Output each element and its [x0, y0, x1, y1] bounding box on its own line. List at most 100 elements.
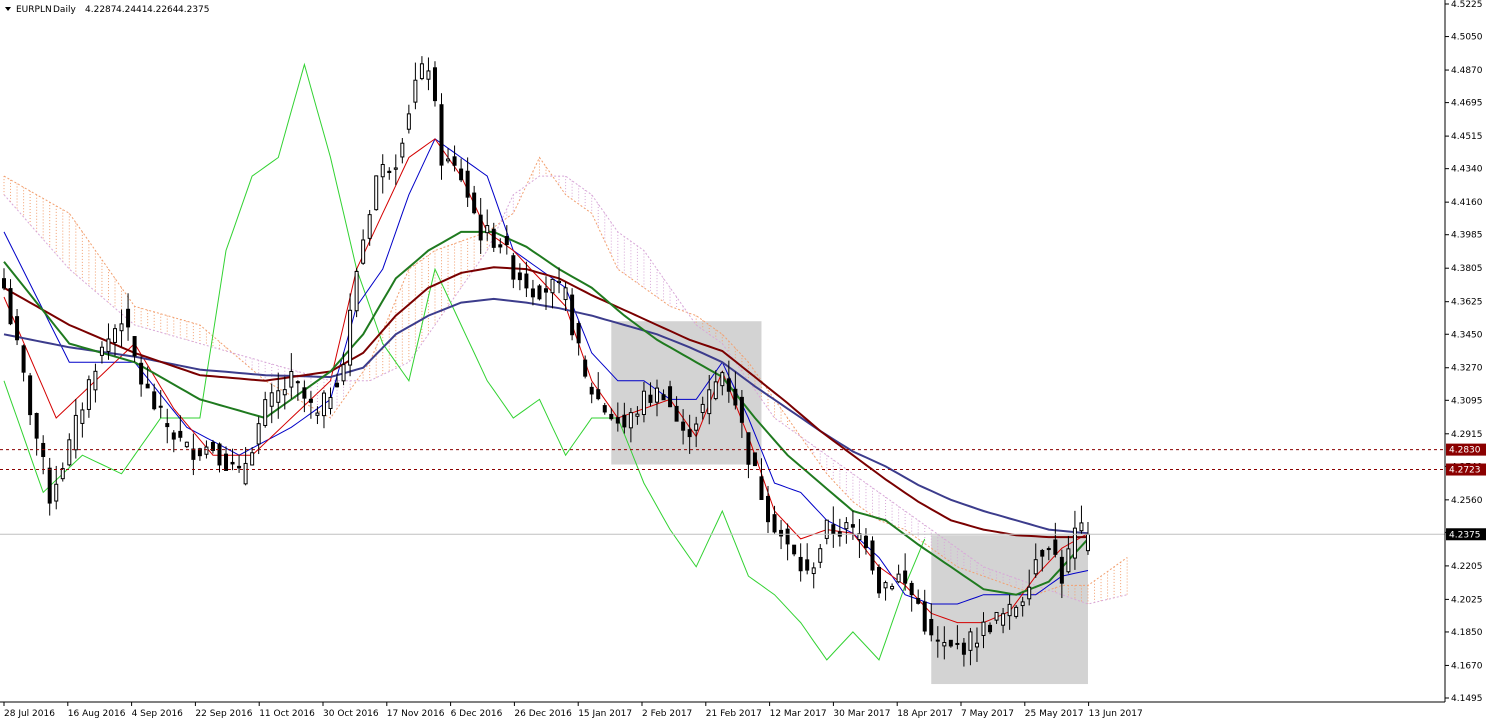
x-tick-label: 16 Aug 2016: [68, 709, 126, 719]
candle-body-up: [184, 441, 189, 448]
candle-body-up: [550, 278, 555, 294]
candle-body-down: [439, 104, 444, 166]
candle-body-down: [739, 396, 744, 423]
candle-body-down: [217, 443, 222, 466]
candle-body-down: [178, 430, 183, 438]
candle[interactable]: [1014, 605, 1019, 619]
candle-body-down: [596, 389, 601, 400]
candle-body-down: [139, 362, 144, 385]
y-tick-label: 4.3270: [1451, 364, 1483, 374]
y-tick-label: 4.1850: [1451, 628, 1483, 638]
candle[interactable]: [870, 536, 875, 575]
candle-body-down: [615, 417, 620, 424]
price-chart[interactable]: 4.5225 4.5050 4.4870 4.4695 4.4515 4.4340 4.41…: [0, 0, 1487, 721]
candle-body-up: [563, 287, 568, 301]
y-tick-label: 4.3985: [1451, 231, 1483, 241]
candle-body-up: [393, 167, 398, 170]
candle-body-up: [655, 387, 659, 403]
x-tick-label: 7 May 2017: [961, 709, 1014, 719]
x-tick-label: 28 Jul 2016: [4, 709, 55, 719]
candle-body-down: [478, 214, 483, 241]
candle[interactable]: [752, 452, 757, 467]
candle-body-up: [80, 409, 85, 424]
x-tick-label: 12 Mar 2017: [770, 709, 827, 719]
candle-body-down: [955, 642, 960, 645]
candle-body-up: [981, 621, 986, 636]
candle-body-up: [1033, 559, 1038, 575]
candle-body-down: [8, 288, 13, 325]
candle-body-up: [380, 164, 385, 178]
candle-body-up: [968, 631, 973, 651]
candle-body-up: [485, 225, 490, 234]
candle-body-down: [537, 285, 542, 300]
candle-body-up: [341, 364, 346, 382]
candle-body-down: [726, 378, 731, 392]
candle-body-down: [661, 394, 666, 401]
x-tick-label: 15 Jan 2017: [578, 709, 632, 719]
y-tick-label: 4.3095: [1451, 396, 1483, 406]
candle-body-up: [86, 379, 91, 410]
candle-body-up: [974, 642, 979, 648]
candle[interactable]: [570, 288, 575, 341]
y-tick-label: 4.2025: [1451, 595, 1483, 605]
candle-body-up: [348, 309, 353, 366]
y-tick-label: 4.4695: [1451, 99, 1483, 109]
candle-body-down: [752, 452, 757, 467]
candle-body-down: [798, 556, 803, 572]
candle-body-down: [772, 514, 777, 533]
candle-body-up: [269, 392, 274, 407]
candle-body-down: [224, 453, 229, 471]
candle-body-up: [419, 63, 424, 80]
candle-body-down: [602, 405, 607, 413]
candle-body-down: [935, 639, 940, 642]
x-tick-label: 2 Feb 2017: [642, 709, 692, 719]
candle-body-up: [426, 70, 431, 80]
candle-body-up: [896, 573, 901, 583]
candle-body-up: [60, 468, 65, 480]
candle-body-down: [766, 495, 771, 523]
candle[interactable]: [537, 284, 542, 301]
candle-body-down: [132, 336, 137, 357]
candle-body-up: [707, 389, 712, 415]
price-level-label: 4.2723: [1449, 466, 1481, 476]
x-tick-label: 4 Sep 2016: [132, 709, 184, 719]
candle-body-up: [93, 370, 98, 391]
x-tick-label: 11 Oct 2016: [259, 709, 315, 719]
candle[interactable]: [354, 268, 359, 318]
candle-body-down: [1059, 556, 1064, 584]
candle-body-up: [67, 439, 72, 466]
candle-body-up: [113, 328, 118, 343]
candle-body-down: [491, 228, 496, 248]
candle-body-down: [648, 394, 653, 403]
candle[interactable]: [432, 61, 437, 107]
candle-body-down: [746, 432, 751, 465]
candle-body-down: [1040, 549, 1045, 557]
candle-body-up: [321, 392, 326, 417]
chart-header-open: 4.2287: [85, 5, 117, 15]
candle-body-down: [230, 461, 235, 465]
candle-body-down: [295, 381, 300, 384]
candle-body-up: [315, 412, 320, 416]
candle-body-up: [54, 483, 59, 502]
candle-body-down: [929, 618, 934, 636]
candle-body-down: [152, 391, 157, 410]
candle-body-up: [263, 399, 268, 426]
candle-body-down: [609, 413, 614, 420]
candle-body-down: [1053, 539, 1058, 555]
candle-body-down: [459, 168, 464, 181]
candle-body-up: [1085, 533, 1090, 552]
candle-body-up: [106, 338, 111, 352]
candle-body-up: [1001, 613, 1006, 626]
candle-body-down: [570, 294, 575, 336]
chart-header-low: 4.2264: [147, 5, 179, 15]
candle[interactable]: [877, 564, 882, 599]
candle[interactable]: [374, 175, 379, 211]
candle-body-down: [850, 524, 855, 528]
candle-body-up: [641, 390, 646, 416]
candle-body-down: [961, 642, 966, 655]
candle-body-up: [994, 611, 999, 621]
candle-body-down: [674, 405, 679, 422]
candle-body-down: [504, 236, 509, 246]
candle-body-up: [628, 412, 633, 429]
candle-body-up: [844, 522, 849, 530]
